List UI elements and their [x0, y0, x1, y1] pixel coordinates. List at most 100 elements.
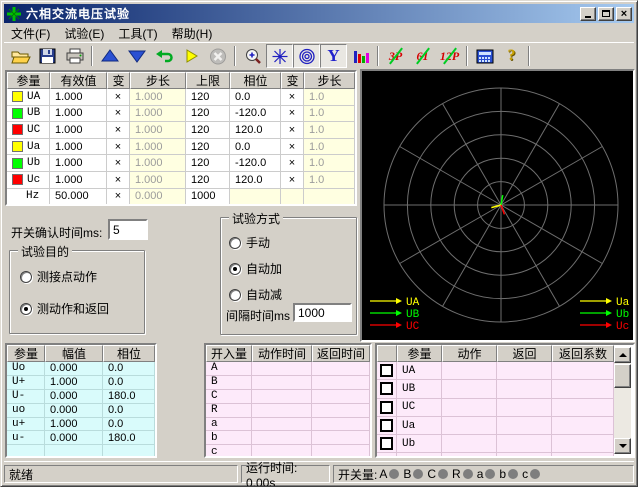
var1-cell[interactable]: × [107, 89, 130, 106]
limit-cell[interactable]: 120 [186, 106, 230, 123]
var1-cell[interactable]: × [107, 155, 130, 172]
purpose-option[interactable]: 测动作和返回 [20, 300, 109, 317]
mode-radio[interactable] [229, 237, 241, 249]
menu-test[interactable]: 试验(E) [57, 24, 111, 43]
print-button[interactable] [61, 44, 88, 68]
zoom-button[interactable] [239, 44, 266, 68]
menu-help[interactable]: 帮助(H) [165, 24, 220, 43]
reset-button[interactable] [150, 44, 177, 68]
result-table-scrollbar[interactable] [614, 347, 631, 454]
bar-view-button[interactable] [347, 44, 374, 68]
result-checkbox[interactable] [380, 437, 393, 450]
phase-cell[interactable]: 120.0 [230, 122, 281, 139]
value-cell[interactable]: 1.000 [50, 172, 107, 189]
scroll-up-button[interactable] [614, 347, 631, 363]
var2-cell[interactable]: × [281, 106, 304, 123]
di-channel-cell: b [206, 431, 252, 445]
purpose-option[interactable]: 测接点动作 [20, 268, 97, 285]
sequence-value-cell: 0.000 [45, 362, 103, 376]
value-cell[interactable]: 1.000 [50, 106, 107, 123]
mode-radio[interactable] [229, 289, 241, 301]
var2-cell[interactable]: × [281, 139, 304, 156]
result-checkbox[interactable] [380, 419, 393, 432]
var2-cell[interactable] [281, 189, 304, 206]
run-button[interactable] [177, 44, 204, 68]
di-time-cell [252, 445, 312, 458]
three-phase-button[interactable]: 3P [382, 44, 409, 68]
var2-cell[interactable]: × [281, 155, 304, 172]
result-checkbox[interactable] [380, 364, 393, 377]
var1-cell[interactable]: × [107, 139, 130, 156]
polar-spoke [443, 104, 502, 205]
legend-label: UA [406, 297, 420, 309]
result-action-cell [442, 380, 497, 398]
y-view-button[interactable]: Y [320, 44, 347, 68]
maximize-button[interactable] [598, 7, 614, 21]
minimize-button[interactable] [580, 7, 596, 21]
var1-cell[interactable]: × [107, 172, 130, 189]
var2-cell[interactable]: × [281, 89, 304, 106]
stop-button[interactable] [204, 44, 231, 68]
phase-cell[interactable]: 0.0 [230, 139, 281, 156]
phasor-view-button[interactable] [266, 44, 293, 68]
value-cell[interactable]: 50.000 [50, 189, 107, 206]
open-button[interactable] [7, 44, 34, 68]
value-cell[interactable]: 1.000 [50, 139, 107, 156]
purpose-radio[interactable] [20, 271, 32, 283]
mode-option[interactable]: 自动加 [229, 260, 282, 277]
limit-cell[interactable]: 1000 [186, 189, 230, 206]
raise-button[interactable] [96, 44, 123, 68]
scroll-down-button[interactable] [614, 438, 631, 454]
scroll-down-icon [619, 444, 627, 448]
sequence-param-cell: Uo [7, 362, 45, 376]
scroll-up-icon [619, 353, 627, 357]
value-cell[interactable]: 1.000 [50, 122, 107, 139]
help-button[interactable]: ? [498, 44, 525, 68]
var1-cell[interactable]: × [107, 106, 130, 123]
mode-option[interactable]: 手动 [229, 234, 270, 251]
menu-tools[interactable]: 工具(T) [111, 24, 164, 43]
var2-cell[interactable]: × [281, 172, 304, 189]
value-cell[interactable]: 1.000 [50, 89, 107, 106]
phase-cell[interactable]: 0.0 [230, 89, 281, 106]
var1-cell[interactable]: × [107, 189, 130, 206]
result-checkbox[interactable] [380, 456, 393, 458]
var2-cell[interactable]: × [281, 122, 304, 139]
legend-arrowhead [396, 298, 402, 304]
sequence-value-cell: 0.0 [103, 418, 155, 432]
result-action-cell [442, 362, 497, 380]
var1-cell[interactable]: × [107, 122, 130, 139]
limit-cell[interactable]: 120 [186, 122, 230, 139]
save-button[interactable] [34, 44, 61, 68]
switch-confirm-input[interactable] [108, 219, 148, 240]
step2-cell [304, 189, 355, 206]
purpose-radio-selected[interactable] [20, 303, 32, 315]
twelve-phase-button[interactable]: 12P [436, 44, 463, 68]
six-phase-button[interactable]: 61 [409, 44, 436, 68]
param-cell: Hz [7, 189, 50, 206]
scroll-thumb[interactable] [614, 364, 631, 388]
sequence-value-cell: 180.0 [103, 431, 155, 445]
circle-view-button[interactable] [293, 44, 320, 68]
result-action-cell [442, 417, 497, 435]
phase-cell[interactable] [230, 189, 281, 206]
menu-file[interactable]: 文件(F) [4, 24, 57, 43]
close-button[interactable]: × [616, 7, 632, 21]
phase-cell[interactable]: -120.0 [230, 106, 281, 123]
limit-cell[interactable]: 120 [186, 89, 230, 106]
limit-cell[interactable]: 120 [186, 155, 230, 172]
result-checkbox[interactable] [380, 401, 393, 414]
limit-cell[interactable]: 120 [186, 139, 230, 156]
value-cell[interactable]: 1.000 [50, 155, 107, 172]
phase-cell[interactable]: -120.0 [230, 155, 281, 172]
calculator-button[interactable] [471, 44, 498, 68]
limit-cell[interactable]: 120 [186, 172, 230, 189]
result-checkbox[interactable] [380, 382, 393, 395]
lower-button[interactable] [123, 44, 150, 68]
phase-cell[interactable]: 120.0 [230, 172, 281, 189]
legend-arrowhead [606, 298, 612, 304]
switch-indicator: A [379, 467, 399, 481]
mode-option[interactable]: 自动减 [229, 286, 282, 303]
interval-input[interactable] [293, 303, 352, 322]
mode-radio-selected[interactable] [229, 263, 241, 275]
